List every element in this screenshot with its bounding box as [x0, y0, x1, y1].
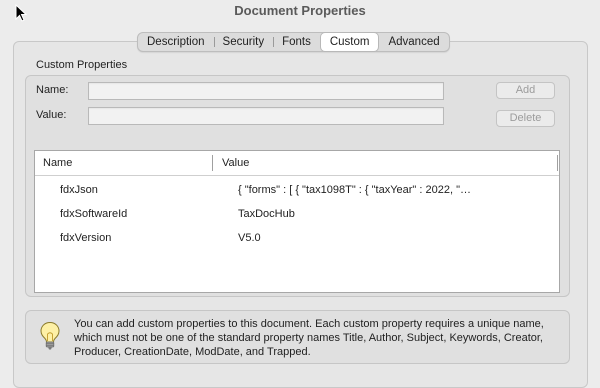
delete-button[interactable]: Delete — [496, 110, 555, 127]
tab-description[interactable]: Description — [138, 33, 214, 51]
table-row[interactable]: fdxVersion V5.0 — [35, 227, 559, 251]
property-value: V5.0 — [238, 232, 261, 244]
properties-table[interactable]: Name Value fdxJson { "forms" : [ { "tax1… — [34, 150, 560, 293]
property-value: TaxDocHub — [238, 208, 295, 220]
table-row[interactable]: fdxSoftwareId TaxDocHub — [35, 203, 559, 227]
column-header-name[interactable]: Name — [43, 157, 72, 169]
table-row[interactable]: fdxJson { "forms" : [ { "tax1098T" : { "… — [35, 179, 559, 203]
tab-security[interactable]: Security — [213, 33, 274, 51]
name-field[interactable] — [88, 82, 444, 100]
property-name: fdxVersion — [60, 232, 112, 244]
property-value: { "forms" : [ { "tax1098T" : { "taxYear"… — [238, 184, 471, 196]
value-field[interactable] — [88, 107, 444, 125]
info-message: You can add custom properties to this do… — [74, 318, 544, 358]
property-name: fdxSoftwareId — [60, 208, 128, 220]
property-name: fdxJson — [60, 184, 98, 196]
column-divider[interactable] — [212, 155, 213, 171]
add-button[interactable]: Add — [496, 82, 555, 99]
title-bar: Document Properties — [0, 0, 600, 24]
name-label: Name: — [36, 84, 69, 96]
value-label: Value: — [36, 109, 67, 121]
column-divider[interactable] — [557, 155, 558, 171]
lightbulb-icon — [40, 321, 60, 350]
tab-advanced[interactable]: Advanced — [379, 33, 448, 51]
tab-bar: Description Security Fonts Custom Advanc… — [137, 32, 450, 52]
custom-properties-heading: Custom Properties — [36, 59, 128, 71]
tab-custom[interactable]: Custom — [319, 32, 380, 52]
column-header-value[interactable]: Value — [222, 157, 249, 169]
table-header: Name Value — [35, 151, 559, 176]
tab-fonts[interactable]: Fonts — [273, 33, 320, 51]
window-title: Document Properties — [234, 3, 366, 18]
